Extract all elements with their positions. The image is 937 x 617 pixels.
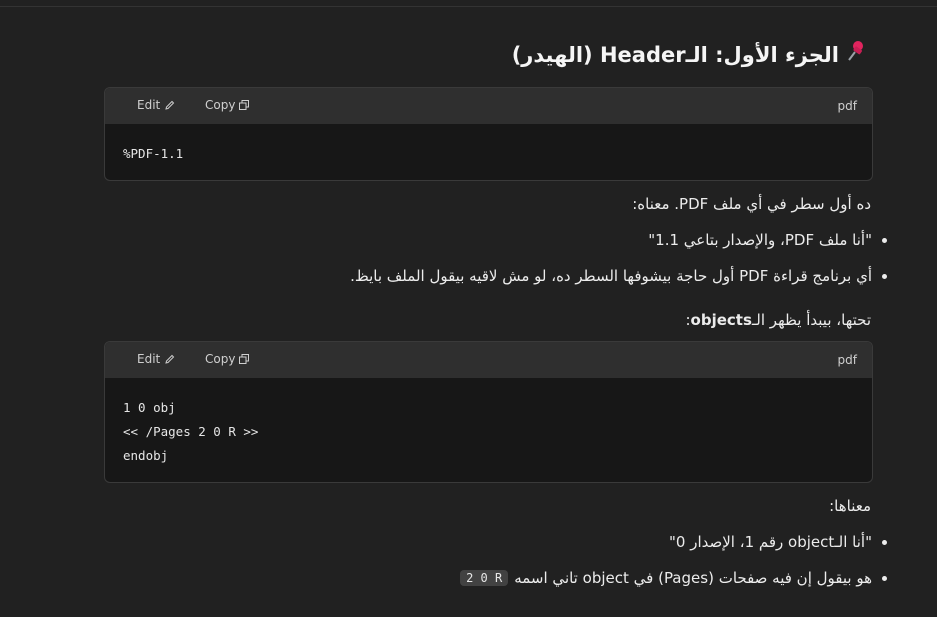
code-line: << /Pages 2 0 R >> bbox=[123, 424, 259, 439]
inline-code: 2 0 R bbox=[460, 570, 509, 586]
list-item-text: "أنا ملف PDF، والإصدار بتاعي 1.1" bbox=[648, 231, 872, 249]
copy-label: Copy bbox=[205, 98, 236, 112]
code-language-label: pdf bbox=[837, 99, 857, 113]
top-divider bbox=[0, 6, 937, 7]
intro-prefix: تحتها، بيبدأ يظهر الـ bbox=[751, 311, 871, 329]
code-block-header: Edit Copy pdf %PDF-1.1 bbox=[104, 87, 873, 181]
code-block-toolbar: Edit Copy pdf bbox=[105, 342, 872, 378]
list-item: "أنا الـobject رقم 1، الإصدار 0" bbox=[669, 533, 887, 551]
copy-button[interactable]: Copy bbox=[205, 352, 250, 366]
edit-label: Edit bbox=[137, 352, 161, 366]
list-item: هو بيقول إن فيه صفحات (Pages) في object … bbox=[460, 569, 887, 587]
paragraph: معناها: bbox=[829, 497, 871, 515]
intro-bold: objects bbox=[690, 311, 752, 329]
chat-page: الجزء الأول: الـHeader (الهيدر) Edit Cop… bbox=[0, 0, 937, 617]
heading-text: الجزء الأول: الـHeader (الهيدر) bbox=[511, 43, 839, 67]
paragraph: تحتها، بيبدأ يظهر الـobjects: bbox=[685, 311, 871, 329]
code-language-label: pdf bbox=[837, 353, 857, 367]
copy-label: Copy bbox=[205, 352, 236, 366]
copy-icon bbox=[239, 354, 250, 364]
edit-button[interactable]: Edit bbox=[137, 352, 175, 366]
pushpin-icon bbox=[847, 40, 867, 67]
code-line: 1 0 obj bbox=[123, 400, 176, 415]
code-block-toolbar: Edit Copy pdf bbox=[105, 88, 872, 124]
code-content: 1 0 obj << /Pages 2 0 R >> endobj bbox=[105, 378, 872, 468]
code-content: %PDF-1.1 bbox=[105, 124, 872, 166]
list-item: "أنا ملف PDF، والإصدار بتاعي 1.1" bbox=[648, 231, 887, 249]
code-line: %PDF-1.1 bbox=[123, 146, 184, 161]
paragraph: ده أول سطر في أي ملف PDF. معناه: bbox=[632, 195, 871, 213]
edit-label: Edit bbox=[137, 98, 161, 112]
copy-icon bbox=[239, 100, 250, 110]
list-item-text: أي برنامج قراءة PDF أول حاجة بيشوفها الس… bbox=[350, 267, 872, 285]
list-item-text: هو بيقول إن فيه صفحات (Pages) في object … bbox=[514, 569, 872, 587]
list-item: أي برنامج قراءة PDF أول حاجة بيشوفها الس… bbox=[350, 267, 887, 285]
bullet-dot bbox=[882, 237, 887, 243]
copy-button[interactable]: Copy bbox=[205, 98, 250, 112]
bullet-dot bbox=[882, 539, 887, 545]
bullet-dot bbox=[882, 273, 887, 279]
edit-button[interactable]: Edit bbox=[137, 98, 175, 112]
section-heading: الجزء الأول: الـHeader (الهيدر) bbox=[512, 40, 867, 67]
code-line: endobj bbox=[123, 448, 169, 463]
pencil-icon bbox=[164, 354, 175, 365]
bullet-dot bbox=[882, 575, 887, 581]
code-block-objects: Edit Copy pdf 1 0 obj << /Pages 2 0 R >>… bbox=[104, 341, 873, 483]
pencil-icon bbox=[164, 100, 175, 111]
list-item-text: "أنا الـobject رقم 1، الإصدار 0" bbox=[668, 533, 872, 551]
